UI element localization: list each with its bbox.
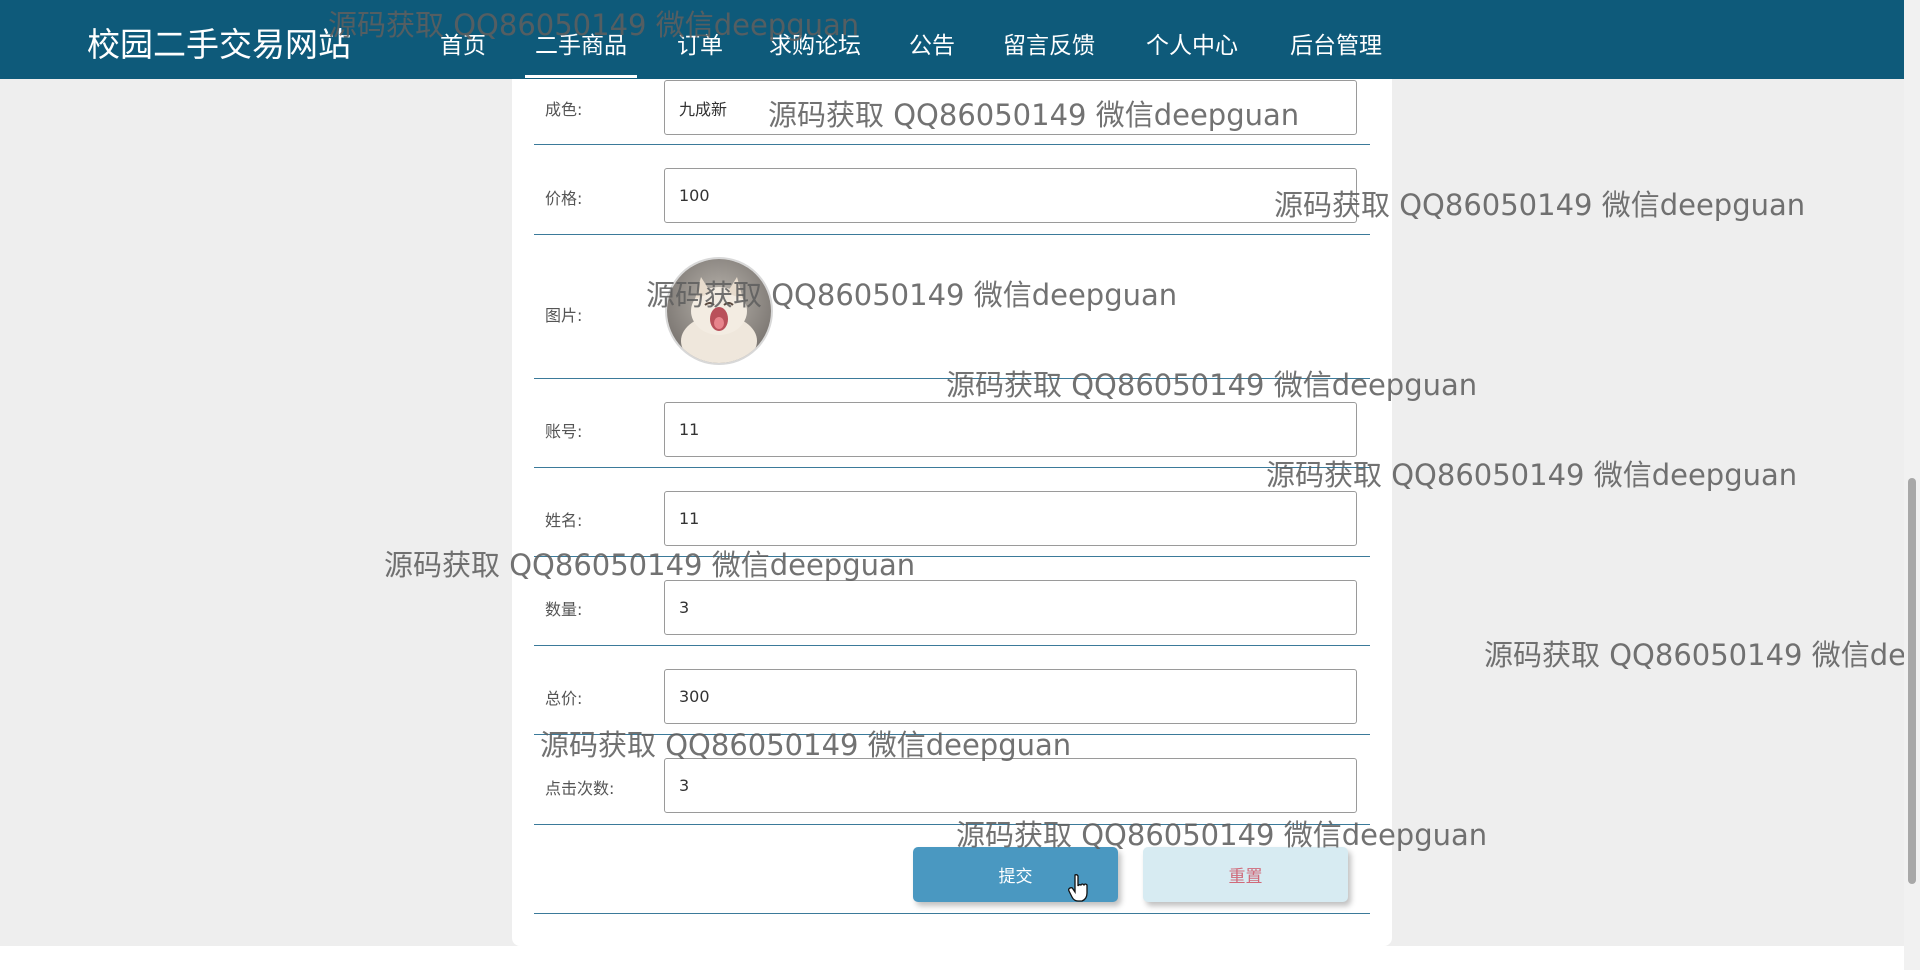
nav-second-hand-goods[interactable]: 二手商品 — [525, 26, 637, 78]
image-label: 图片: — [545, 306, 583, 325]
price-label: 价格: — [545, 189, 583, 208]
hand-cursor-icon — [1068, 874, 1088, 902]
row-divider — [534, 556, 1370, 557]
watermark: 源码获取 QQ86050149 微信deepguan — [1484, 638, 1904, 672]
row-divider — [534, 734, 1370, 735]
row-divider — [534, 234, 1370, 235]
page-bottom — [0, 946, 1904, 970]
click-count-field[interactable] — [664, 758, 1357, 813]
nav-announcements[interactable]: 公告 — [909, 26, 955, 60]
row-divider — [534, 645, 1370, 646]
condition-field[interactable] — [664, 80, 1357, 135]
row-divider — [534, 913, 1370, 914]
total-field[interactable] — [664, 669, 1357, 724]
top-navbar: 校园二手交易网站 首页 二手商品 订单 求购论坛 公告 留言反馈 个人中心 后台… — [0, 0, 1904, 79]
account-field[interactable] — [664, 402, 1357, 457]
scrollbar-thumb[interactable] — [1908, 478, 1916, 884]
site-title: 校园二手交易网站 — [87, 25, 351, 64]
quantity-label: 数量: — [545, 600, 583, 619]
row-divider — [534, 144, 1370, 145]
nav-home[interactable]: 首页 — [440, 26, 486, 60]
reset-button[interactable]: 重置 — [1143, 847, 1348, 902]
row-divider — [534, 824, 1370, 825]
row-divider — [534, 467, 1370, 468]
account-label: 账号: — [545, 422, 583, 441]
nav-personal-center[interactable]: 个人中心 — [1146, 26, 1238, 60]
row-divider — [534, 378, 1370, 379]
nav-admin[interactable]: 后台管理 — [1290, 26, 1382, 60]
quantity-field[interactable] — [664, 580, 1357, 635]
nav-orders[interactable]: 订单 — [677, 26, 723, 60]
condition-label: 成色: — [545, 100, 583, 119]
total-label: 总价: — [545, 689, 583, 708]
name-label: 姓名: — [545, 511, 583, 530]
name-field[interactable] — [664, 491, 1357, 546]
click-count-label: 点击次数: — [545, 779, 615, 798]
cat-photo-icon — [667, 259, 771, 363]
product-image[interactable] — [665, 257, 773, 365]
nav-feedback[interactable]: 留言反馈 — [1003, 26, 1095, 60]
nav-wanted-forum[interactable]: 求购论坛 — [769, 26, 861, 60]
price-field[interactable] — [664, 168, 1357, 223]
